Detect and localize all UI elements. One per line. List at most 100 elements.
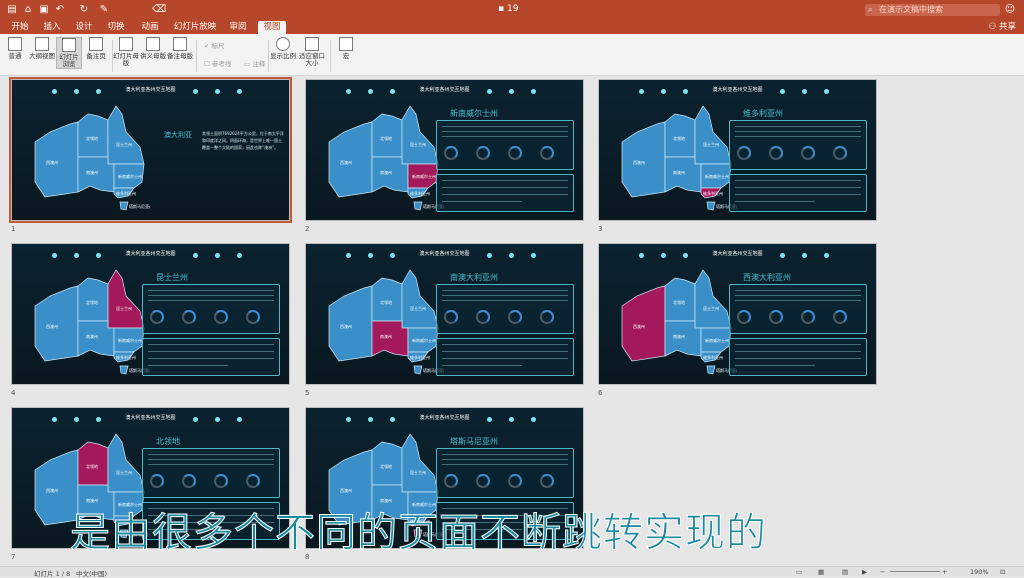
fit-slide-icon[interactable]: ⊡	[1000, 568, 1005, 576]
nav-dot[interactable]	[509, 89, 514, 94]
handout-master-button[interactable]: 讲义母版	[140, 37, 166, 60]
comments-button[interactable]: ▭ 注释	[244, 58, 265, 68]
map-region-qld[interactable]	[401, 105, 439, 165]
tab-animations[interactable]: 动画	[136, 21, 164, 34]
redo-icon[interactable]: ↻	[78, 4, 90, 16]
map-region-qld[interactable]	[694, 269, 732, 329]
nav-dot[interactable]	[346, 253, 351, 258]
save-icon[interactable]: ▣	[38, 4, 50, 16]
ruler-checkbox[interactable]: ✓ 标尺	[204, 40, 225, 50]
slide-thumbnail-3[interactable]: 澳大利亚各州交互地图西澳州北领地昆士兰州南澳州新南威尔士州维多利亚州塔斯马尼亚州…	[598, 79, 877, 221]
language-indicator[interactable]: 中文(中国)	[76, 568, 107, 578]
nav-dot[interactable]	[802, 253, 807, 258]
nav-dot[interactable]	[52, 253, 57, 258]
map-region-qld[interactable]	[107, 269, 145, 329]
user-icon[interactable]: ☺	[1004, 4, 1016, 16]
slide-thumbnail-5[interactable]: 澳大利亚各州交互地图西澳州北领地昆士兰州南澳州新南威尔士州维多利亚州塔斯马尼亚州…	[305, 243, 584, 385]
fit-to-window-button[interactable]: 适应窗口大小	[297, 37, 327, 67]
nav-dot[interactable]	[215, 89, 220, 94]
nav-dot[interactable]	[193, 253, 198, 258]
normal-view-status-icon[interactable]: ▭	[796, 568, 802, 576]
nav-dot[interactable]	[390, 253, 395, 258]
home-icon[interactable]: ⌂	[22, 4, 34, 16]
guides-checkbox[interactable]: ☐ 参考线	[204, 58, 231, 68]
slide-thumbnail-4[interactable]: 澳大利亚各州交互地图西澳州北领地昆士兰州南澳州新南威尔士州维多利亚州塔斯马尼亚州…	[11, 243, 290, 385]
pen-icon[interactable]: ✎	[98, 4, 110, 16]
eraser-icon[interactable]: ⌫	[152, 4, 166, 16]
map-region-qld[interactable]	[107, 105, 145, 165]
nav-dot[interactable]	[368, 89, 373, 94]
nav-dot[interactable]	[661, 89, 666, 94]
nav-dot[interactable]	[346, 89, 351, 94]
nav-dot[interactable]	[824, 253, 829, 258]
tab-home[interactable]: 开始	[8, 21, 32, 34]
nav-dot[interactable]	[487, 417, 492, 422]
nav-dot[interactable]	[509, 417, 514, 422]
macros-button[interactable]: 宏	[333, 37, 359, 60]
nav-dot[interactable]	[368, 417, 373, 422]
nav-dot[interactable]	[215, 417, 220, 422]
nav-dot[interactable]	[780, 253, 785, 258]
zoom-button[interactable]: 显示比例	[270, 37, 296, 60]
map-region-qld[interactable]	[401, 269, 439, 329]
normal-view-button[interactable]: 普通	[2, 37, 28, 60]
zoom-level[interactable]: 190%	[970, 568, 989, 576]
nav-dot[interactable]	[487, 253, 492, 258]
tab-slideshow[interactable]: 幻灯片放映	[172, 21, 218, 34]
zoom-in-button[interactable]: +	[942, 568, 947, 576]
nav-dot[interactable]	[509, 253, 514, 258]
slide-thumbnail-1[interactable]: 澳大利亚各州交互地图西澳州北领地昆士兰州南澳州新南威尔士州维多利亚州塔斯马尼亚州…	[9, 77, 292, 223]
nav-dot[interactable]	[639, 253, 644, 258]
map-region-tas[interactable]	[119, 365, 129, 375]
map-region-tas[interactable]	[119, 201, 129, 211]
tab-design[interactable]: 设计	[72, 21, 96, 34]
nav-dot[interactable]	[661, 253, 666, 258]
nav-dot[interactable]	[237, 89, 242, 94]
zoom-out-button[interactable]: −	[880, 568, 885, 576]
search-field[interactable]: ⌕ 在演示文稿中搜索	[865, 4, 1000, 16]
nav-dot[interactable]	[237, 253, 242, 258]
tab-transitions[interactable]: 切换	[104, 21, 128, 34]
nav-dot[interactable]	[74, 417, 79, 422]
map-region-qld[interactable]	[401, 433, 439, 493]
tab-view[interactable]: 视图	[258, 21, 286, 34]
nav-dot[interactable]	[487, 89, 492, 94]
notes-master-button[interactable]: 备注母版	[167, 37, 193, 60]
zoom-slider[interactable]	[890, 571, 940, 572]
sidebar-toggle-icon[interactable]: ▤	[6, 4, 18, 16]
slide-sorter-button[interactable]: 幻灯片浏览	[56, 37, 82, 69]
nav-dot[interactable]	[193, 89, 198, 94]
nav-dot[interactable]	[237, 417, 242, 422]
nav-dot[interactable]	[390, 89, 395, 94]
nav-dot[interactable]	[96, 253, 101, 258]
tab-review[interactable]: 审阅	[226, 21, 250, 34]
nav-dot[interactable]	[531, 417, 536, 422]
outline-view-button[interactable]: 大纲视图	[29, 37, 55, 60]
nav-dot[interactable]	[683, 253, 688, 258]
slideshow-status-icon[interactable]: ▶	[862, 568, 867, 576]
nav-dot[interactable]	[368, 253, 373, 258]
nav-dot[interactable]	[74, 89, 79, 94]
nav-dot[interactable]	[96, 89, 101, 94]
reading-view-status-icon[interactable]: ▤	[842, 568, 848, 576]
nav-dot[interactable]	[531, 89, 536, 94]
nav-dot[interactable]	[52, 89, 57, 94]
map-region-tas[interactable]	[706, 201, 716, 211]
tab-insert[interactable]: 插入	[40, 21, 64, 34]
nav-dot[interactable]	[215, 253, 220, 258]
undo-icon[interactable]: ↶	[54, 4, 66, 16]
sorter-view-status-icon[interactable]: ▦	[818, 568, 824, 576]
map-region-tas[interactable]	[413, 201, 423, 211]
notes-page-button[interactable]: 备注页	[83, 37, 109, 60]
nav-dot[interactable]	[96, 417, 101, 422]
nav-dot[interactable]	[780, 89, 785, 94]
slide-thumbnail-6[interactable]: 澳大利亚各州交互地图西澳州北领地昆士兰州南澳州新南威尔士州维多利亚州塔斯马尼亚州…	[598, 243, 877, 385]
nav-dot[interactable]	[531, 253, 536, 258]
slide-thumbnail-2[interactable]: 澳大利亚各州交互地图西澳州北领地昆士兰州南澳州新南威尔士州维多利亚州塔斯马尼亚州…	[305, 79, 584, 221]
nav-dot[interactable]	[824, 89, 829, 94]
nav-dot[interactable]	[346, 417, 351, 422]
nav-dot[interactable]	[802, 89, 807, 94]
nav-dot[interactable]	[639, 89, 644, 94]
map-region-qld[interactable]	[694, 105, 732, 165]
slide-master-button[interactable]: 幻灯片母版	[113, 37, 139, 67]
